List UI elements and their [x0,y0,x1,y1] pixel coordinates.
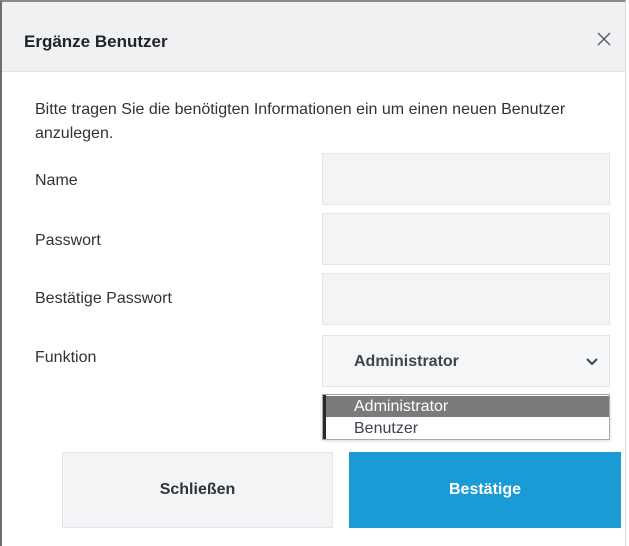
close-button[interactable]: Schließen [62,452,333,528]
confirm-password-input[interactable] [322,273,610,325]
chevron-down-icon [586,358,598,366]
role-option-administrator[interactable]: Administrator [326,396,609,417]
password-label: Passwort [35,232,101,249]
dialog-header: Ergänze Benutzer [2,2,625,72]
confirm-password-label: Bestätige Passwort [35,290,172,307]
close-icon [597,32,611,46]
role-option-benutzer[interactable]: Benutzer [326,418,609,439]
confirm-button[interactable]: Bestätige [349,452,621,528]
password-input[interactable] [322,213,610,265]
role-dropdown-list: Administrator Benutzer [322,394,610,440]
dialog-description: Bitte tragen Sie die benötigten Informat… [35,101,566,142]
role-select[interactable]: Administrator [322,335,610,387]
role-label: Funktion [35,349,97,366]
close-dialog-button[interactable] [591,26,617,52]
name-input[interactable] [322,153,610,205]
name-label: Name [35,172,78,189]
dialog-title: Ergänze Benutzer [24,32,168,51]
add-user-dialog: Ergänze Benutzer Bitte tragen Sie die be… [0,0,626,546]
role-select-value: Administrator [354,353,459,370]
